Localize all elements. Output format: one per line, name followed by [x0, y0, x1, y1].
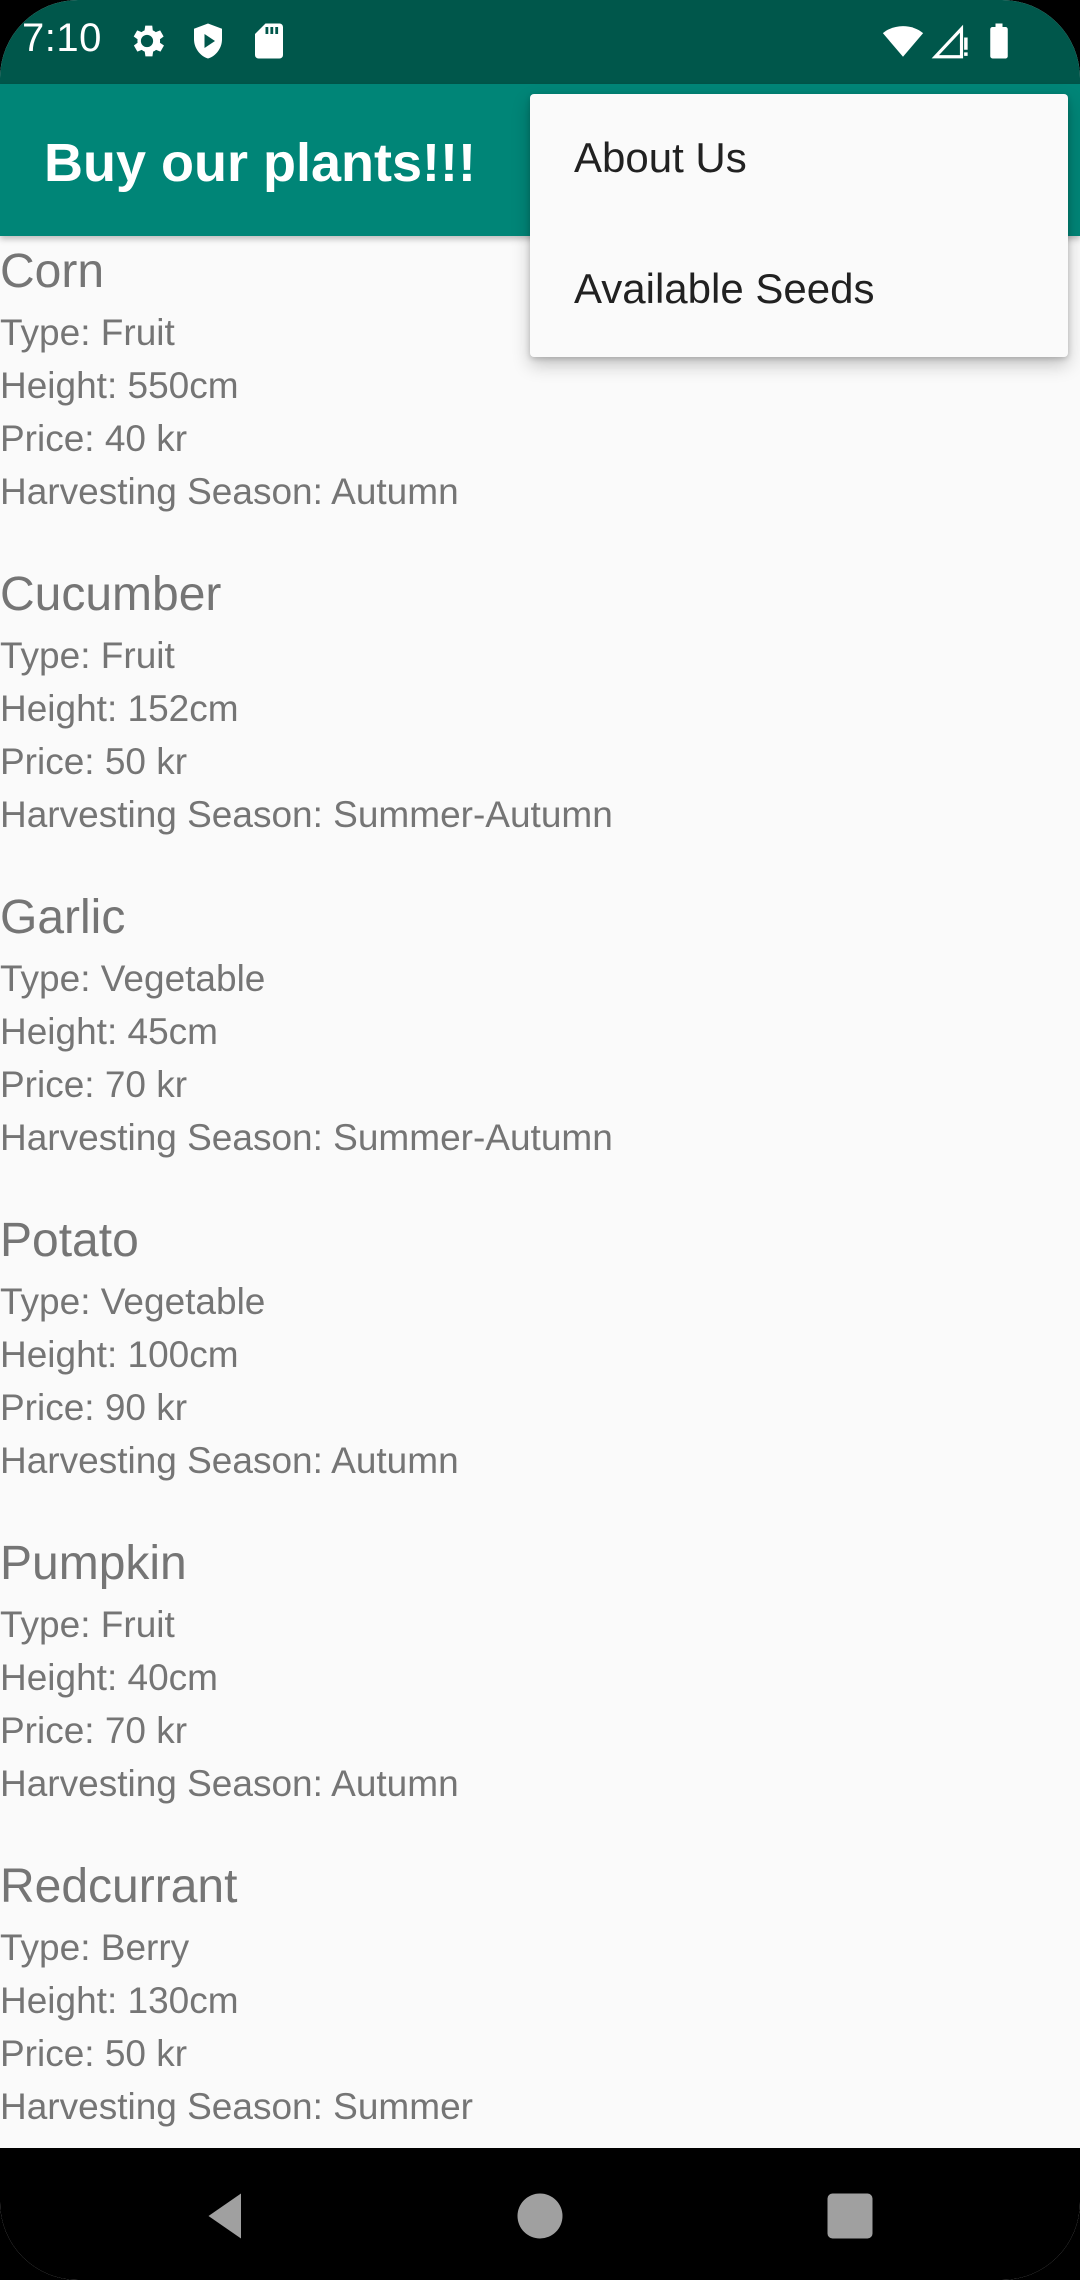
- plant-list[interactable]: Corn Type: Fruit Height: 550cm Price: 40…: [0, 240, 1080, 2178]
- wifi-icon: [882, 26, 924, 57]
- plant-price: Price: 70 kr: [0, 1710, 188, 1751]
- sd-card-icon: [255, 23, 283, 59]
- battery-icon: [990, 23, 1008, 59]
- plant-name: Potato: [0, 1214, 139, 1267]
- plant-name: Corn: [0, 245, 105, 298]
- signal-icon: [931, 24, 968, 59]
- plant-season: Harvesting Season: Autumn: [0, 471, 459, 512]
- plant-type: Type: Fruit: [0, 1604, 175, 1645]
- plant-item-garlic: Garlic Type: Vegetable Height: 45cm Pric…: [0, 886, 1080, 1209]
- status-bar: 7:10: [0, 0, 1080, 84]
- menu-item-available-seeds[interactable]: Available Seeds: [530, 225, 1068, 356]
- plant-name: Garlic: [0, 891, 126, 944]
- plant-name: Pumpkin: [0, 1537, 187, 1590]
- plant-height: Height: 130cm: [0, 1980, 239, 2021]
- plant-price: Price: 50 kr: [0, 2033, 188, 2074]
- plant-season: Harvesting Season: Summer: [0, 2086, 473, 2127]
- menu-item-label: Available Seeds: [574, 265, 875, 312]
- app-screen: 7:10 Buy our plants!!! Corn Type: Fruit: [0, 0, 1080, 2280]
- plant-type: Type: Fruit: [0, 635, 175, 676]
- plant-type: Type: Fruit: [0, 312, 175, 353]
- plant-type: Type: Vegetable: [0, 958, 266, 999]
- app-title: Buy our plants!!!: [44, 133, 476, 193]
- gear-icon: [133, 25, 164, 57]
- plant-price: Price: 50 kr: [0, 741, 188, 782]
- overflow-menu: About Us Available Seeds: [530, 94, 1068, 357]
- plant-height: Height: 40cm: [0, 1657, 218, 1698]
- plant-item-pumpkin: Pumpkin Type: Fruit Height: 40cm Price: …: [0, 1532, 1080, 1855]
- status-time: 7:10: [22, 16, 102, 60]
- plant-height: Height: 152cm: [0, 688, 239, 729]
- plant-season: Harvesting Season: Autumn: [0, 1763, 459, 1804]
- plant-name: Redcurrant: [0, 1860, 238, 1913]
- shield-icon: [194, 23, 222, 59]
- menu-item-label: About Us: [574, 134, 747, 181]
- plant-price: Price: 70 kr: [0, 1064, 188, 1105]
- plant-season: Harvesting Season: Summer-Autumn: [0, 794, 613, 835]
- menu-item-about-us[interactable]: About Us: [530, 94, 1068, 225]
- plant-height: Height: 550cm: [0, 365, 239, 406]
- back-icon[interactable]: [196, 2186, 256, 2246]
- home-icon[interactable]: [510, 2186, 570, 2246]
- plant-season: Harvesting Season: Autumn: [0, 1440, 459, 1481]
- recents-icon[interactable]: [820, 2186, 880, 2246]
- plant-item-potato: Potato Type: Vegetable Height: 100cm Pri…: [0, 1209, 1080, 1532]
- plant-name: Cucumber: [0, 568, 222, 621]
- plant-height: Height: 45cm: [0, 1011, 218, 1052]
- plant-season: Harvesting Season: Summer-Autumn: [0, 1117, 613, 1158]
- plant-price: Price: 90 kr: [0, 1387, 188, 1428]
- plant-item-cucumber: Cucumber Type: Fruit Height: 152cm Price…: [0, 563, 1080, 886]
- plant-price: Price: 40 kr: [0, 418, 188, 459]
- plant-height: Height: 100cm: [0, 1334, 239, 1375]
- navigation-bar: [0, 2148, 1080, 2280]
- plant-item-redcurrant: Redcurrant Type: Berry Height: 130cm Pri…: [0, 1855, 1080, 2178]
- plant-type: Type: Berry: [0, 1927, 190, 1968]
- plant-type: Type: Vegetable: [0, 1281, 266, 1322]
